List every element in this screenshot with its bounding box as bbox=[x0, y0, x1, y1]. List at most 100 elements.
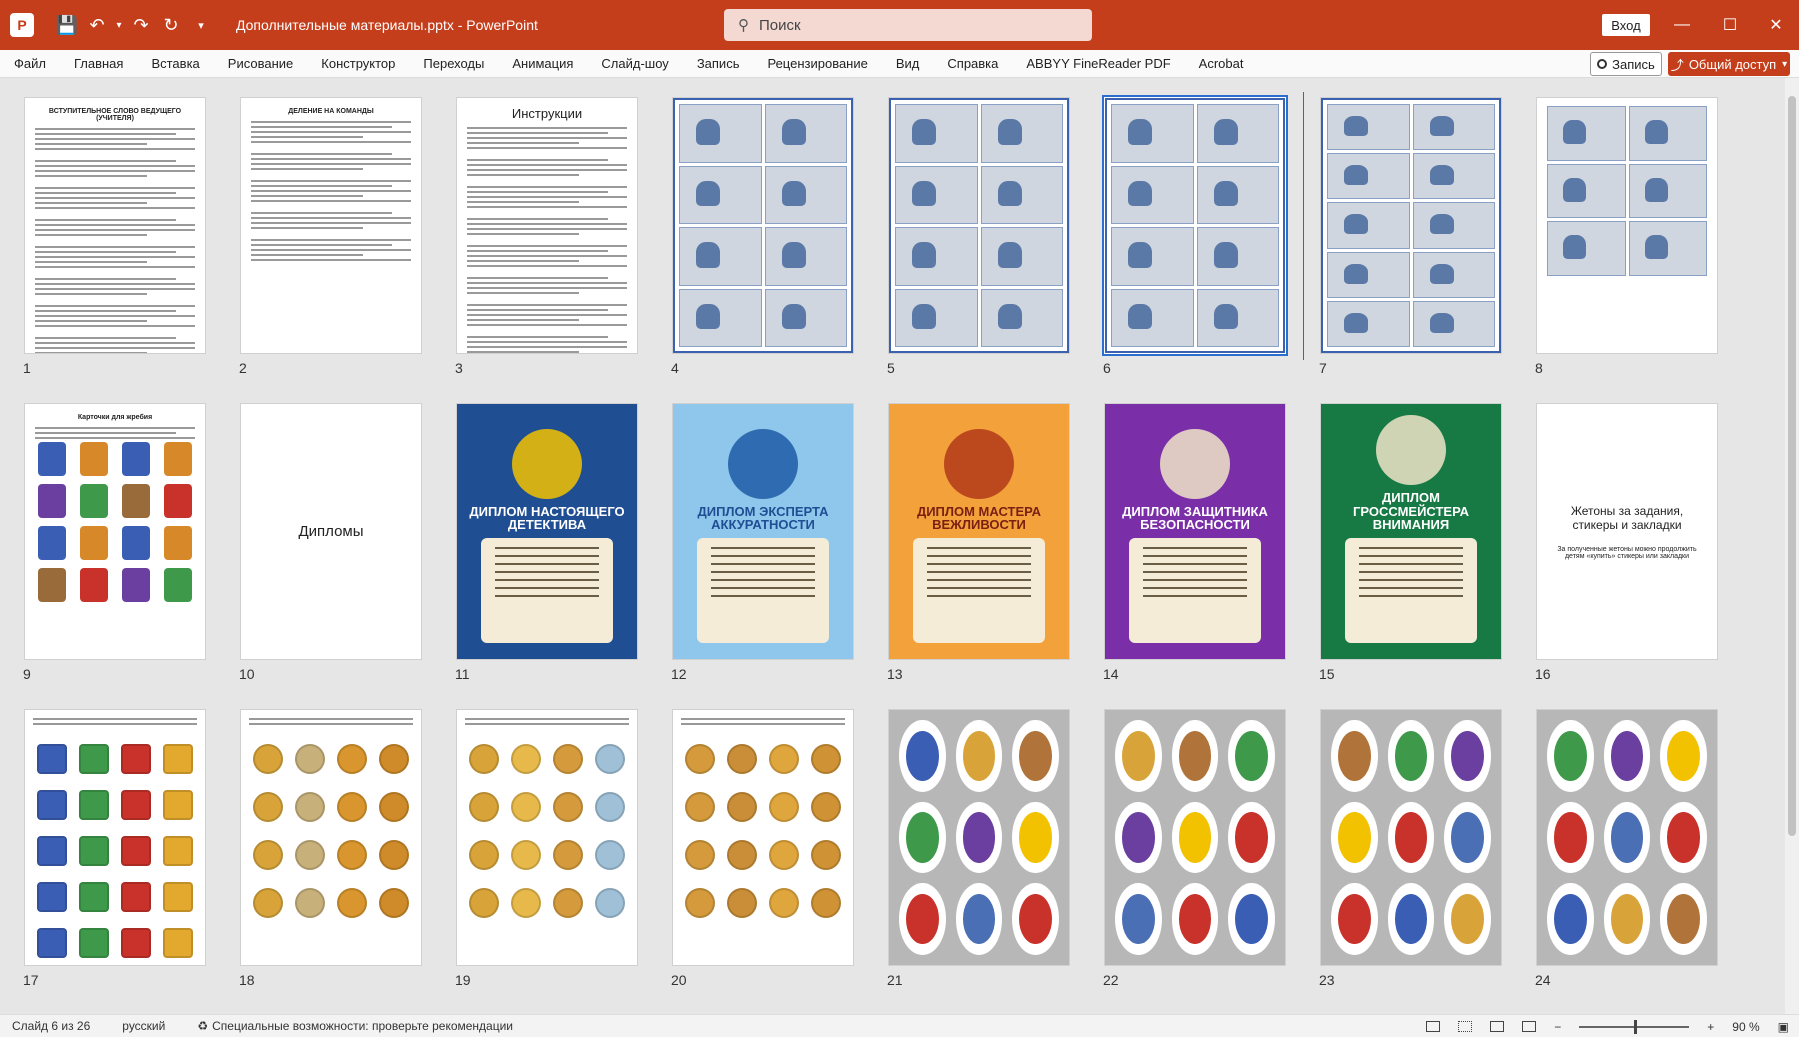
slide-thumbnail[interactable] bbox=[1321, 710, 1501, 965]
share-label: Общий доступ bbox=[1688, 56, 1777, 72]
slide-thumbnail[interactable] bbox=[1105, 98, 1285, 353]
slide-number: 22 bbox=[1103, 972, 1119, 988]
slide-sorter-view-icon[interactable] bbox=[1458, 1021, 1473, 1032]
accessibility-status[interactable]: Специальные возможности: проверьте реком… bbox=[212, 1019, 513, 1033]
record-button[interactable]: Запись bbox=[1590, 52, 1662, 76]
slide-thumbnail[interactable] bbox=[673, 710, 853, 965]
sticker bbox=[1444, 883, 1491, 955]
scrollbar-thumb[interactable] bbox=[1788, 96, 1796, 836]
tab-insert[interactable]: Вставка bbox=[137, 56, 213, 71]
tab-transitions[interactable]: Переходы bbox=[409, 56, 498, 71]
minimize-icon[interactable]: — bbox=[1658, 0, 1706, 50]
zoom-level[interactable]: 90 % bbox=[1732, 1020, 1759, 1034]
tab-acrobat[interactable]: Acrobat bbox=[1185, 56, 1258, 71]
token bbox=[685, 888, 715, 918]
zoom-out-icon[interactable]: − bbox=[1554, 1020, 1561, 1034]
vertical-scrollbar[interactable] bbox=[1785, 78, 1799, 1014]
accessibility-icon[interactable]: ♻ bbox=[197, 1019, 208, 1033]
search-input[interactable]: ⚲ Поиск bbox=[724, 9, 1092, 41]
redo-icon[interactable]: ↷ bbox=[126, 10, 156, 40]
slide-thumbnail[interactable]: ДЕЛЕНИЕ НА КОМАНДЫ bbox=[241, 98, 421, 353]
token bbox=[727, 888, 757, 918]
tab-design[interactable]: Конструктор bbox=[307, 56, 409, 71]
slide-thumbnail[interactable] bbox=[1321, 98, 1501, 353]
signin-button[interactable]: Вход bbox=[1602, 14, 1650, 36]
zoom-slider[interactable] bbox=[1579, 1019, 1690, 1034]
sticker bbox=[955, 801, 1003, 874]
token bbox=[295, 840, 325, 870]
tab-home[interactable]: Главная bbox=[60, 56, 137, 71]
grid-cell bbox=[895, 165, 978, 224]
slide-thumbnail[interactable] bbox=[1105, 710, 1285, 965]
slide-number: 1 bbox=[23, 360, 31, 376]
tab-view[interactable]: Вид bbox=[882, 56, 934, 71]
slideshow-view-icon[interactable] bbox=[1522, 1021, 1537, 1032]
grid-cell bbox=[1327, 251, 1410, 298]
status-bar: Слайд 6 из 26 русский ♻ Специальные возм… bbox=[0, 1014, 1799, 1037]
slide-thumbnail[interactable]: Инструкции bbox=[457, 98, 637, 353]
tab-file[interactable]: Файл bbox=[0, 56, 60, 71]
slide-thumbnail[interactable]: ДИПЛОМ МАСТЕРА ВЕЖЛИВОСТИ bbox=[889, 404, 1069, 659]
tab-slideshow[interactable]: Слайд-шоу bbox=[587, 56, 682, 71]
slide-thumbnail[interactable] bbox=[25, 710, 205, 965]
tab-animations[interactable]: Анимация bbox=[498, 56, 587, 71]
reading-view-icon[interactable] bbox=[1490, 1021, 1505, 1032]
table-cell bbox=[1628, 106, 1707, 161]
undo-icon[interactable]: ↶ bbox=[82, 10, 112, 40]
share-button[interactable]: ⤴ Общий доступ ▾ bbox=[1668, 52, 1790, 76]
diploma-character bbox=[512, 428, 582, 499]
diploma-title: ДИПЛОМ НАСТОЯЩЕГО ДЕТЕКТИВА bbox=[469, 503, 625, 533]
slide-thumbnail[interactable] bbox=[889, 710, 1069, 965]
slide-thumbnail[interactable]: Карточки для жребия bbox=[25, 404, 205, 659]
slide-thumbnail[interactable]: ВСТУПИТЕЛЬНОЕ СЛОВО ВЕДУЩЕГО (УЧИТЕЛЯ) bbox=[25, 98, 205, 353]
token bbox=[295, 792, 325, 822]
diploma-title: ДИПЛОМ МАСТЕРА ВЕЖЛИВОСТИ bbox=[916, 503, 1042, 533]
grid-cell bbox=[1196, 288, 1279, 347]
zoom-in-icon[interactable]: + bbox=[1707, 1020, 1714, 1034]
repeat-icon[interactable]: ↻ bbox=[156, 10, 186, 40]
slide-thumbnail[interactable]: Дипломы bbox=[241, 404, 421, 659]
token bbox=[121, 882, 151, 912]
grid-cell bbox=[1196, 104, 1279, 163]
slide-number: 17 bbox=[23, 972, 39, 988]
tab-abbyy[interactable]: ABBYY FineReader PDF bbox=[1012, 56, 1184, 71]
slide-thumbnail[interactable]: ДИПЛОМ НАСТОЯЩЕГО ДЕТЕКТИВА bbox=[457, 404, 637, 659]
app-icon[interactable]: P bbox=[10, 13, 34, 37]
tab-draw[interactable]: Рисование bbox=[214, 56, 307, 71]
slide-thumbnail[interactable] bbox=[1537, 98, 1717, 353]
token bbox=[295, 744, 325, 774]
slide-number: 6 bbox=[1103, 360, 1111, 376]
slide-thumbnail[interactable]: ДИПЛОМ ГРОССМЕЙСТЕРА ВНИМАНИЯ bbox=[1321, 404, 1501, 659]
maximize-icon[interactable]: ☐ bbox=[1706, 0, 1754, 50]
slide-thumbnail[interactable] bbox=[673, 98, 853, 353]
undo-dropdown-icon[interactable]: ▾ bbox=[112, 10, 126, 40]
tab-review[interactable]: Рецензирование bbox=[753, 56, 881, 71]
token bbox=[769, 744, 799, 774]
language-indicator[interactable]: русский bbox=[122, 1019, 165, 1033]
slide-thumbnail[interactable]: ДИПЛОМ ЗАЩИТНИКА БЕЗОПАСНОСТИ bbox=[1105, 404, 1285, 659]
diploma-text-frame bbox=[913, 537, 1045, 643]
slide-thumbnail[interactable] bbox=[1537, 710, 1717, 965]
slide-heading: Инструкции bbox=[511, 106, 583, 121]
grid-cell bbox=[895, 288, 978, 347]
tab-record[interactable]: Запись bbox=[683, 56, 754, 71]
grid-cell bbox=[764, 104, 847, 163]
save-icon[interactable]: 💾 bbox=[52, 10, 82, 40]
sticker bbox=[1660, 720, 1707, 792]
customize-quick-access-icon[interactable]: ▾ bbox=[186, 10, 216, 40]
token-caption bbox=[249, 718, 413, 734]
normal-view-icon[interactable] bbox=[1426, 1021, 1441, 1032]
tab-help[interactable]: Справка bbox=[933, 56, 1012, 71]
slide-thumbnail[interactable] bbox=[241, 710, 421, 965]
slide-thumbnail[interactable]: ДИПЛОМ ЭКСПЕРТА АККУРАТНОСТИ bbox=[673, 404, 853, 659]
slide-thumbnail[interactable]: Жетоны за задания, стикеры и закладки За … bbox=[1537, 404, 1717, 659]
slide-thumbnail[interactable] bbox=[889, 98, 1069, 353]
slide-thumbnail[interactable] bbox=[457, 710, 637, 965]
sticker bbox=[1331, 883, 1378, 955]
token bbox=[253, 744, 283, 774]
grid-cell bbox=[679, 104, 762, 163]
text-lines bbox=[467, 127, 627, 353]
fit-slide-icon[interactable]: ▣ bbox=[1778, 1020, 1789, 1034]
close-icon[interactable]: ✕ bbox=[1752, 0, 1799, 50]
card-grid bbox=[35, 442, 195, 602]
